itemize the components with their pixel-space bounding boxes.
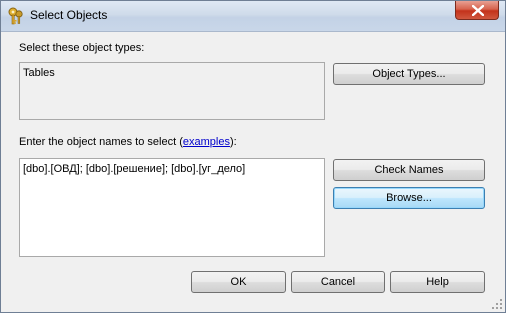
object-names-label-suffix: ):: [229, 136, 237, 148]
check-names-button[interactable]: Check Names: [333, 159, 485, 181]
select-objects-dialog: Select Objects Select these object types…: [0, 0, 506, 313]
keys-icon: [8, 7, 23, 25]
cancel-button[interactable]: Cancel: [291, 271, 385, 293]
close-button[interactable]: [455, 1, 499, 20]
object-types-field: Tables: [19, 62, 325, 120]
help-button[interactable]: Help: [390, 271, 485, 293]
window-title: Select Objects: [30, 8, 108, 22]
object-names-label: Enter the object names to select (exampl…: [19, 136, 237, 148]
object-names-value: [dbo].[ОВД]; [dbo].[решение]; [dbo].[уг_…: [23, 163, 246, 175]
object-types-value: Tables: [23, 67, 55, 79]
title-bar[interactable]: Select Objects: [1, 1, 505, 32]
object-names-label-prefix: Enter the object names to select (: [19, 136, 183, 148]
examples-link[interactable]: examples: [183, 136, 230, 148]
object-types-label: Select these object types:: [19, 42, 145, 54]
object-types-button[interactable]: Object Types...: [333, 63, 485, 85]
ok-button[interactable]: OK: [191, 271, 286, 293]
resize-grip-icon[interactable]: [491, 298, 503, 310]
browse-button[interactable]: Browse...: [333, 187, 485, 209]
object-names-input[interactable]: [dbo].[ОВД]; [dbo].[решение]; [dbo].[уг_…: [19, 158, 325, 257]
close-icon: [472, 5, 484, 16]
